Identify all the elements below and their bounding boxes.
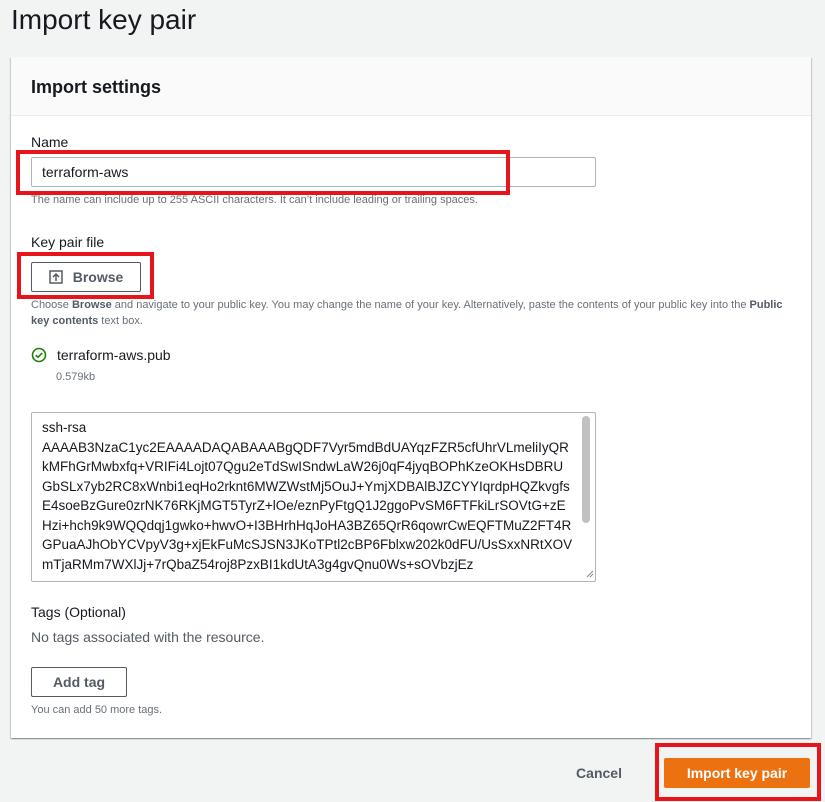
panel-header: Import settings: [11, 57, 811, 116]
upload-icon: [48, 270, 63, 284]
tags-hint: You can add 50 more tags.: [31, 704, 163, 716]
cancel-button[interactable]: Cancel: [574, 758, 624, 788]
import-settings-panel: Import settings Name The name can includ…: [11, 57, 811, 738]
import-key-pair-button[interactable]: Import key pair: [664, 758, 810, 788]
tags-label: Tags (Optional): [31, 604, 126, 620]
panel-title: Import settings: [31, 77, 162, 97]
footer-actions: Cancel Import key pair: [0, 738, 825, 802]
file-name: terraform-aws.pub: [57, 347, 171, 363]
no-tags-text: No tags associated with the resource.: [31, 629, 265, 645]
name-input[interactable]: [31, 157, 596, 187]
name-hint: The name can include up to 255 ASCII cha…: [31, 194, 478, 206]
success-check-icon: [31, 347, 47, 363]
page-title: Import key pair: [11, 4, 197, 35]
public-key-contents-textarea[interactable]: ssh-rsa AAAAB3NzaC1yc2EAAAADAQABAAABgQDF…: [31, 412, 596, 582]
add-tag-button[interactable]: Add tag: [31, 667, 127, 697]
key-pair-file-label: Key pair file: [31, 234, 105, 250]
resize-grip-icon[interactable]: [584, 568, 594, 578]
textarea-scrollbar[interactable]: [582, 416, 590, 523]
name-label: Name: [31, 134, 69, 150]
file-size: 0.579kb: [56, 371, 96, 383]
key-pair-file-hint: Choose Browse and navigate to your publi…: [31, 299, 783, 327]
browse-button[interactable]: Browse: [31, 262, 141, 292]
selected-file: terraform-aws.pub: [31, 347, 171, 363]
browse-label: Browse: [72, 269, 124, 285]
